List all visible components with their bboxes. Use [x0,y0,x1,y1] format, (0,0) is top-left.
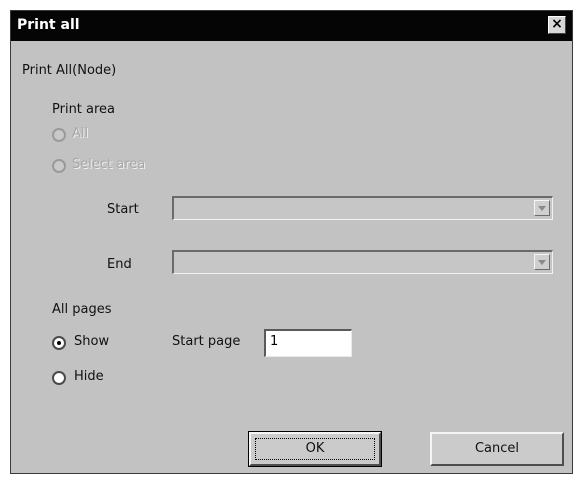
radio-select-area[interactable] [52,159,66,173]
radio-select-area-label: Select area [72,157,146,172]
start-label: Start [107,202,139,217]
ok-button[interactable]: OK [248,431,382,467]
start-combobox[interactable] [172,196,553,220]
start-page-value: 1 [270,334,279,349]
cancel-button-label: Cancel [474,441,520,456]
radio-show-label: Show [74,334,110,349]
title-bar: Print all × [11,11,572,41]
radio-show[interactable] [52,336,66,350]
cancel-button[interactable]: Cancel [430,432,564,466]
chevron-down-icon[interactable] [534,200,550,216]
all-pages-label: All pages [52,302,112,317]
radio-all[interactable] [52,128,66,142]
window-title: Print all [17,17,80,33]
close-button[interactable]: × [548,16,566,34]
radio-hide[interactable] [52,371,66,385]
ok-button-label: OK [305,441,325,456]
dialog-heading: Print All(Node) [22,63,117,78]
print-all-dialog: Print all × Print All(Node) Print area A… [10,10,573,474]
end-combobox[interactable] [172,250,553,274]
close-icon: × [551,16,563,32]
end-label: End [107,257,132,272]
start-page-input[interactable]: 1 [264,329,352,357]
print-area-label: Print area [52,102,116,117]
start-page-label: Start page [172,334,241,349]
radio-all-label: All [72,126,89,141]
chevron-down-icon[interactable] [534,254,550,270]
radio-hide-label: Hide [74,369,104,384]
